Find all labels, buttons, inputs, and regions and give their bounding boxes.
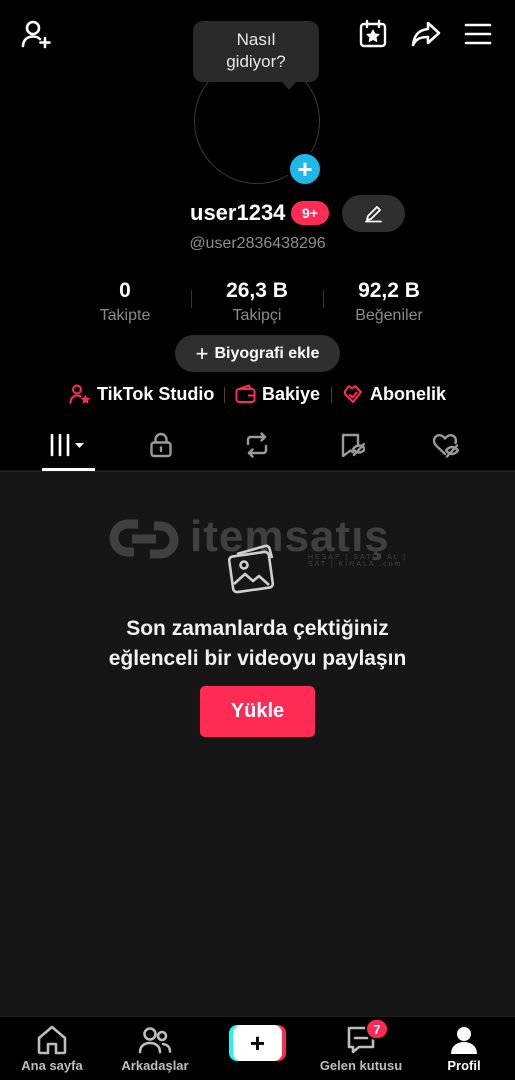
link-divider [224, 387, 225, 403]
stat-following-label: Takipte [99, 307, 151, 324]
nav-friends-label: Arkadaşlar [121, 1058, 189, 1073]
subscription-label: Abonelik [370, 383, 447, 404]
nav-inbox[interactable]: Gelen kutusu [312, 1017, 410, 1080]
balance-link[interactable]: Bakiye [235, 380, 320, 408]
friends-icon [138, 1027, 172, 1054]
user-handle: @user2836438296 [189, 235, 326, 252]
quick-links: TikTok Studio Bakiye Abonelik [0, 380, 515, 408]
nav-home[interactable]: Ana sayfa [14, 1017, 90, 1080]
profile-icon [451, 1027, 477, 1054]
tabs-divider [0, 471, 515, 472]
menu-icon[interactable] [461, 18, 495, 50]
create-plus-icon: + [233, 1025, 282, 1061]
bookmark-icon [341, 433, 365, 458]
stat-likes-value: 92,2 B [358, 279, 420, 302]
subscription-icon [344, 385, 362, 403]
inbox-count-badge: 7 [365, 1018, 389, 1040]
home-icon [37, 1025, 67, 1055]
nav-friends[interactable]: Arkadaşlar [114, 1017, 196, 1080]
subscription-link[interactable]: Abonelik [342, 380, 446, 408]
tab-liked[interactable] [402, 422, 492, 468]
nav-home-label: Ana sayfa [21, 1058, 83, 1073]
tab-reposts[interactable] [212, 422, 302, 468]
tab-videos[interactable] [23, 422, 113, 468]
status-tooltip[interactable]: Nasıl gidiyor? [193, 21, 319, 82]
wallet-icon [235, 384, 256, 403]
stat-followers-label: Takipçi [232, 307, 282, 324]
add-avatar-icon[interactable]: + [287, 151, 323, 187]
profile-tabs [0, 422, 515, 472]
add-bio-button[interactable]: + Biyografi ekle [175, 335, 340, 372]
plus-icon: + [195, 340, 209, 366]
notification-badge[interactable]: 9+ [291, 201, 329, 225]
bottom-nav: Ana sayfa Arkadaşlar + Gelen kutusu Prof… [0, 1016, 515, 1080]
tab-private[interactable] [116, 422, 206, 468]
heart-hidden-icon [432, 433, 460, 458]
username: user1234 [190, 200, 286, 225]
nav-inbox-label: Gelen kutusu [319, 1058, 403, 1073]
watermark-subtext: HESAP | SATIN AL | SAT | KİRALA .com [308, 554, 408, 568]
upload-button[interactable]: Yükle [200, 686, 315, 737]
stat-following[interactable]: 0 Takipte [60, 278, 190, 325]
stat-likes[interactable]: 92,2 B Beğeniler [324, 278, 454, 325]
tooltip-text: Nasıl gidiyor? [226, 30, 286, 71]
link-divider [331, 387, 332, 403]
tiktok-studio-label: TikTok Studio [97, 383, 215, 404]
stat-following-value: 0 [119, 279, 131, 302]
studio-user-icon [69, 384, 91, 404]
add-bio-label: Biyografi ekle [214, 344, 320, 362]
stat-likes-label: Beğeniler [355, 307, 423, 324]
edit-profile-button[interactable] [342, 195, 405, 232]
add-friend-icon[interactable] [18, 16, 56, 52]
watermark-logo-icon [109, 519, 179, 559]
pencil-icon [365, 206, 382, 223]
share-icon[interactable] [407, 16, 445, 52]
empty-state-line1: Son zamanlarda çektiğiniz [126, 617, 389, 640]
empty-state-line2: eğlenceli bir videoyu paylaşın [108, 647, 407, 670]
empty-state-message: Son zamanlarda çektiğiniz eğlenceli bir … [0, 614, 515, 674]
photos-icon [228, 544, 275, 594]
tooltip-tail [282, 82, 296, 90]
calendar-star-icon[interactable] [356, 16, 390, 52]
grid-icon [50, 433, 84, 457]
stat-followers[interactable]: 26,3 B Takipçi [192, 278, 322, 325]
tiktok-studio-link[interactable]: TikTok Studio [69, 380, 214, 408]
tab-favorites[interactable] [307, 422, 397, 468]
create-button[interactable]: + [229, 1025, 286, 1061]
nav-profile[interactable]: Profil [436, 1017, 492, 1080]
nav-profile-label: Profil [447, 1058, 481, 1073]
stat-followers-value: 26,3 B [226, 279, 288, 302]
repost-icon [246, 432, 268, 458]
lock-icon [150, 432, 172, 458]
balance-label: Bakiye [262, 383, 321, 404]
